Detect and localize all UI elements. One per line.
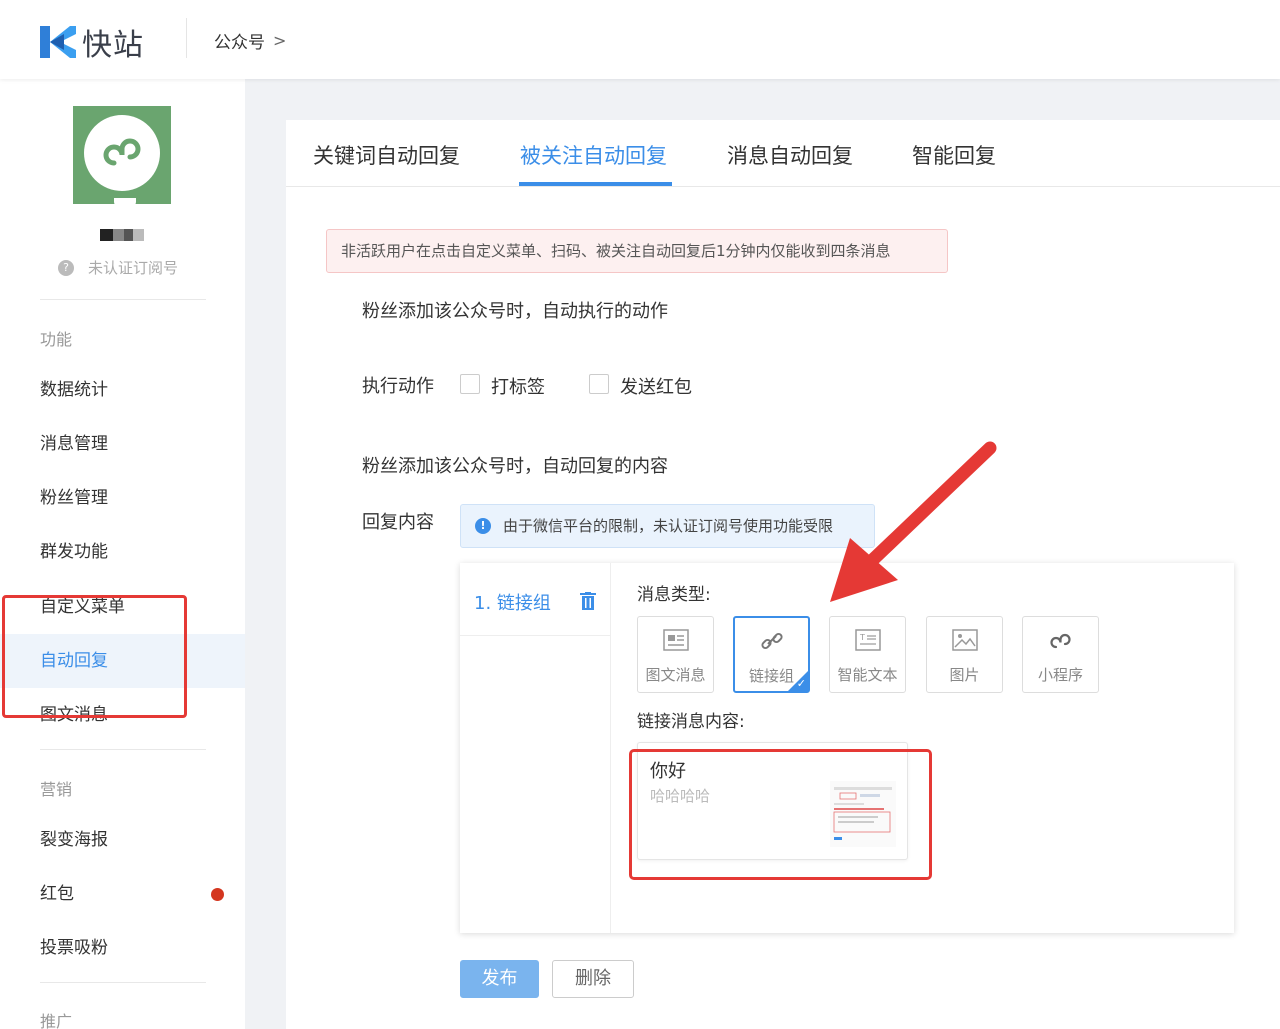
main-card: 关键词自动回复 被关注自动回复 消息自动回复 智能回复 非活跃用户在点击自定义菜… [286, 120, 1280, 1029]
type-label: 图片 [949, 666, 980, 684]
sidebar-item-poster[interactable]: 裂变海报 [0, 813, 245, 867]
section-label-promotion: 推广 [40, 1012, 73, 1029]
active-tab-indicator [519, 182, 672, 186]
info-icon: ! [475, 518, 491, 534]
svg-text:T: T [859, 633, 865, 642]
sidebar-item-label: 红包 [40, 884, 74, 904]
question-icon: ? [58, 259, 74, 276]
annotation-highlight-box [629, 749, 932, 880]
sidebar-item-red-packet[interactable]: 红包 [0, 867, 245, 921]
annotation-arrow-icon [830, 441, 997, 602]
action-label: 执行动作 [362, 376, 434, 397]
message-type-label: 消息类型: [637, 585, 711, 605]
annotation-highlight-box [2, 595, 187, 718]
tab-follow-reply[interactable]: 被关注自动回复 [520, 140, 667, 170]
group-list: 1. 链接组 [460, 563, 611, 933]
header-divider [186, 18, 187, 58]
type-smart-text-button[interactable]: T 智能文本 [829, 616, 906, 693]
sidebar: ? 未认证订阅号 功能 数据统计 消息管理 粉丝管理 群发功能 自定义菜单 自动… [0, 79, 245, 1029]
check-icon: ✓ [796, 677, 806, 690]
image-icon [951, 629, 978, 655]
type-label: 小程序 [1037, 666, 1083, 684]
link-content-label: 链接消息内容: [637, 712, 745, 732]
account-status: ? 未认证订阅号 [58, 257, 178, 278]
group-item-label: 1. 链接组 [474, 593, 551, 614]
group-item[interactable]: 1. 链接组 [460, 563, 611, 636]
sidebar-item-fans[interactable]: 粉丝管理 [0, 471, 245, 525]
tab-bar: 关键词自动回复 被关注自动回复 消息自动回复 智能回复 [286, 120, 1280, 187]
breadcrumb[interactable]: 公众号 > [214, 28, 286, 53]
top-bar: 快站 公众号 > [0, 0, 1280, 79]
tab-smart-reply[interactable]: 智能回复 [912, 140, 996, 170]
article-icon [662, 629, 689, 655]
sidebar-divider [40, 982, 206, 983]
smart-text-icon: T [854, 629, 881, 655]
type-label: 图文消息 [645, 666, 706, 684]
avatar-tail [114, 198, 136, 206]
sidebar-item-data-stats[interactable]: 数据统计 [0, 363, 245, 417]
link-icon [760, 630, 784, 656]
account-name-redacted [100, 229, 144, 241]
sidebar-item-messages[interactable]: 消息管理 [0, 417, 245, 471]
red-packet-checkbox[interactable] [589, 374, 609, 394]
info-alert: ! 由于微信平台的限制，未认证订阅号使用功能受限 [460, 504, 875, 548]
chevron-right-icon: > [273, 31, 287, 50]
action-heading: 粉丝添加该公众号时，自动执行的动作 [362, 301, 668, 322]
publish-button[interactable]: 发布 [460, 960, 539, 998]
tag-option-label[interactable]: 打标签 [491, 373, 545, 399]
account-status-text: 未认证订阅号 [88, 259, 179, 277]
logo-text: 快站 [82, 28, 144, 63]
mini-program-icon [84, 115, 160, 191]
tab-keyword-reply[interactable]: 关键词自动回复 [313, 140, 460, 170]
avatar [73, 106, 171, 206]
mini-program-icon [1048, 629, 1074, 657]
logo[interactable]: 快站 [40, 20, 144, 64]
type-mini-program-button[interactable]: 小程序 [1022, 616, 1099, 693]
type-article-button[interactable]: 图文消息 [637, 616, 714, 693]
trash-icon[interactable] [580, 592, 596, 614]
sidebar-divider [40, 749, 206, 750]
reply-label: 回复内容 [362, 512, 434, 533]
sidebar-divider [40, 299, 206, 300]
section-label-marketing: 营销 [40, 780, 73, 799]
breadcrumb-label: 公众号 [214, 33, 265, 53]
warning-alert: 非活跃用户在点击自定义菜单、扫码、被关注自动回复后1分钟内仅能收到四条消息 [326, 229, 948, 273]
sidebar-item-broadcast[interactable]: 群发功能 [0, 525, 245, 579]
tab-message-reply[interactable]: 消息自动回复 [727, 140, 853, 170]
sidebar-item-vote[interactable]: 投票吸粉 [0, 921, 245, 975]
tag-checkbox[interactable] [460, 374, 480, 394]
reply-heading: 粉丝添加该公众号时，自动回复的内容 [362, 456, 668, 477]
red-packet-option-label[interactable]: 发送红包 [620, 373, 692, 399]
section-label-features: 功能 [40, 330, 73, 349]
delete-button[interactable]: 删除 [552, 960, 634, 998]
type-image-button[interactable]: 图片 [926, 616, 1003, 693]
info-text: 由于微信平台的限制，未认证订阅号使用功能受限 [503, 517, 834, 535]
notification-dot [211, 888, 224, 901]
reply-editor: 1. 链接组 消息类型: 图文消息 链接组 ✓ T 智能文本 图片 小程序 链接… [460, 563, 1234, 933]
logo-k-icon [40, 24, 76, 60]
type-label: 智能文本 [837, 666, 898, 684]
type-link-group-button[interactable]: 链接组 ✓ [733, 616, 810, 693]
